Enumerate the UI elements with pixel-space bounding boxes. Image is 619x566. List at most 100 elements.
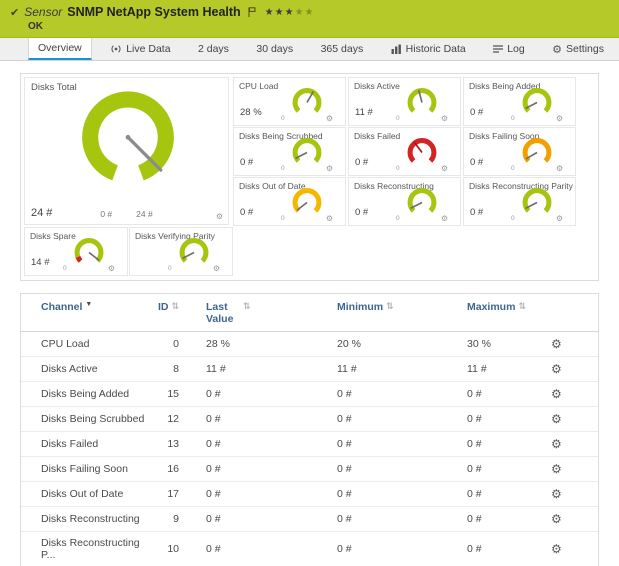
wrench-icon[interactable]: ⚙ bbox=[216, 212, 223, 221]
status-check-icon: ✔ bbox=[10, 6, 19, 19]
cell-actions: ⚙ bbox=[547, 532, 598, 566]
tab-label: Historic Data bbox=[406, 43, 466, 55]
wrench-icon[interactable]: ⚙ bbox=[441, 214, 448, 223]
gauge-footer: 0 ⚙ bbox=[63, 264, 115, 273]
sensor-title: SNMP NetApp System Health bbox=[67, 5, 240, 19]
channel-settings-icon[interactable]: ⚙ bbox=[551, 387, 562, 401]
gauge-footer: 0 ⚙ bbox=[511, 164, 563, 173]
wrench-icon[interactable]: ⚙ bbox=[326, 114, 333, 123]
column-header-maximum[interactable]: Maximum⇅ bbox=[467, 294, 547, 332]
gauge-arc bbox=[295, 91, 319, 111]
channel-settings-icon[interactable]: ⚙ bbox=[551, 487, 562, 501]
gauge-scale-min: 0 bbox=[396, 115, 400, 122]
sort-icon: ⇅ bbox=[243, 301, 251, 311]
table-row: Disks Failing Soon160 #0 #0 #⚙ bbox=[21, 457, 598, 482]
gauge-footer: 0 ⚙ bbox=[396, 164, 448, 173]
gauge-scale-min: 0 bbox=[168, 265, 172, 272]
tab-bar: Overview Live Data 2 days 30 days 365 da… bbox=[0, 38, 619, 61]
column-header-channel[interactable]: Channel▼ bbox=[21, 294, 151, 332]
tab-label: Overview bbox=[38, 42, 82, 54]
gauge-value: 24 # bbox=[31, 207, 52, 219]
cell-last-value: 0 # bbox=[179, 532, 337, 566]
gauge-scale: 0 # 24 # bbox=[25, 209, 228, 219]
wrench-icon[interactable]: ⚙ bbox=[326, 164, 333, 173]
gauge-scale-min: 0 bbox=[396, 165, 400, 172]
cell-minimum: 0 # bbox=[337, 407, 467, 432]
table-row: Disks Being Added150 #0 #0 #⚙ bbox=[21, 382, 598, 407]
tab-2-days[interactable]: 2 days bbox=[189, 38, 238, 60]
wrench-icon[interactable]: ⚙ bbox=[556, 114, 563, 123]
cell-maximum: 0 # bbox=[467, 407, 547, 432]
gauge-scale-min: 0 bbox=[511, 115, 515, 122]
tab-historic-data[interactable]: Historic Data bbox=[382, 38, 475, 60]
gauge-scale-min: 0 bbox=[511, 165, 515, 172]
cell-minimum: 20 % bbox=[337, 332, 467, 357]
wrench-icon[interactable]: ⚙ bbox=[108, 264, 115, 273]
small-gauge-panel: Disks Out of Date 0 # 0 ⚙ bbox=[233, 177, 346, 226]
channel-settings-icon[interactable]: ⚙ bbox=[551, 542, 562, 556]
gauge-value: 28 % bbox=[240, 107, 262, 118]
stars-filled: ★★★ bbox=[265, 7, 295, 18]
settings-gear-icon: ⚙ bbox=[552, 43, 562, 56]
cell-last-value: 0 # bbox=[179, 457, 337, 482]
cell-actions: ⚙ bbox=[547, 482, 598, 507]
channel-settings-icon[interactable]: ⚙ bbox=[551, 412, 562, 426]
channel-settings-icon[interactable]: ⚙ bbox=[551, 437, 562, 451]
sort-icon: ⇅ bbox=[171, 301, 179, 311]
column-header-last-value[interactable]: Last Value⇅ bbox=[179, 294, 337, 332]
wrench-icon[interactable]: ⚙ bbox=[213, 264, 220, 273]
cell-last-value: 0 # bbox=[179, 382, 337, 407]
sensor-kind-label: Sensor bbox=[24, 5, 62, 19]
gauge-scale-min: 0 bbox=[281, 215, 285, 222]
column-header-id[interactable]: ID⇅ bbox=[151, 294, 179, 332]
cell-channel: Disks Failing Soon bbox=[21, 457, 151, 482]
cell-channel: Disks Reconstructing P... bbox=[21, 532, 151, 566]
gauge-arc bbox=[295, 141, 319, 161]
tab-label: Settings bbox=[566, 43, 604, 55]
cell-channel: Disks Being Added bbox=[21, 382, 151, 407]
cell-maximum: 11 # bbox=[467, 357, 547, 382]
tab-overview[interactable]: Overview bbox=[28, 38, 92, 60]
tab-log[interactable]: Log bbox=[484, 38, 534, 60]
wrench-icon[interactable]: ⚙ bbox=[441, 114, 448, 123]
table-row: Disks Active811 #11 #11 #⚙ bbox=[21, 357, 598, 382]
table-header-row: Channel▼ID⇅Last Value⇅Minimum⇅Maximum⇅ bbox=[21, 294, 598, 332]
cell-last-value: 0 # bbox=[179, 507, 337, 532]
live-data-icon bbox=[110, 44, 122, 54]
cell-minimum: 0 # bbox=[337, 382, 467, 407]
tab-365-days[interactable]: 365 days bbox=[312, 38, 373, 60]
cell-last-value: 0 # bbox=[179, 432, 337, 457]
main-gauge bbox=[69, 90, 187, 194]
tab-30-days[interactable]: 30 days bbox=[247, 38, 302, 60]
channel-settings-icon[interactable]: ⚙ bbox=[551, 462, 562, 476]
gauge-arc bbox=[410, 191, 434, 211]
tab-settings[interactable]: ⚙ Settings bbox=[543, 38, 613, 60]
log-icon bbox=[493, 44, 503, 54]
gauge-title: Disks Active bbox=[354, 81, 400, 91]
gauge-value: 0 # bbox=[240, 207, 253, 218]
column-header-minimum[interactable]: Minimum⇅ bbox=[337, 294, 467, 332]
channel-settings-icon[interactable]: ⚙ bbox=[551, 362, 562, 376]
wrench-icon[interactable]: ⚙ bbox=[556, 164, 563, 173]
cell-channel: CPU Load bbox=[21, 332, 151, 357]
small-gauge-panel: Disks Being Scrubbed 0 # 0 ⚙ bbox=[233, 127, 346, 176]
gauge-scale-min: 0 # bbox=[100, 209, 112, 219]
wrench-icon[interactable]: ⚙ bbox=[326, 214, 333, 223]
priority-stars[interactable]: ★★★★★ bbox=[265, 7, 315, 18]
table-row: Disks Being Scrubbed120 #0 #0 #⚙ bbox=[21, 407, 598, 432]
tab-live-data[interactable]: Live Data bbox=[101, 38, 179, 60]
wrench-icon[interactable]: ⚙ bbox=[441, 164, 448, 173]
cell-maximum: 0 # bbox=[467, 482, 547, 507]
cell-id: 8 bbox=[151, 357, 179, 382]
gauge-footer: 0 ⚙ bbox=[281, 214, 333, 223]
channel-settings-icon[interactable]: ⚙ bbox=[551, 512, 562, 526]
column-header-actions bbox=[547, 294, 598, 332]
cell-maximum: 0 # bbox=[467, 532, 547, 566]
small-gauge-panel: Disks Reconstructing 0 # 0 ⚙ bbox=[348, 177, 461, 226]
table-row: Disks Reconstructing90 #0 #0 #⚙ bbox=[21, 507, 598, 532]
channel-settings-icon[interactable]: ⚙ bbox=[551, 337, 562, 351]
gauge-footer: 0 ⚙ bbox=[168, 264, 220, 273]
gauge-warn-segment bbox=[78, 257, 81, 261]
wrench-icon[interactable]: ⚙ bbox=[556, 214, 563, 223]
sensor-header: ✔ Sensor SNMP NetApp System Health ★★★★★… bbox=[0, 0, 619, 38]
